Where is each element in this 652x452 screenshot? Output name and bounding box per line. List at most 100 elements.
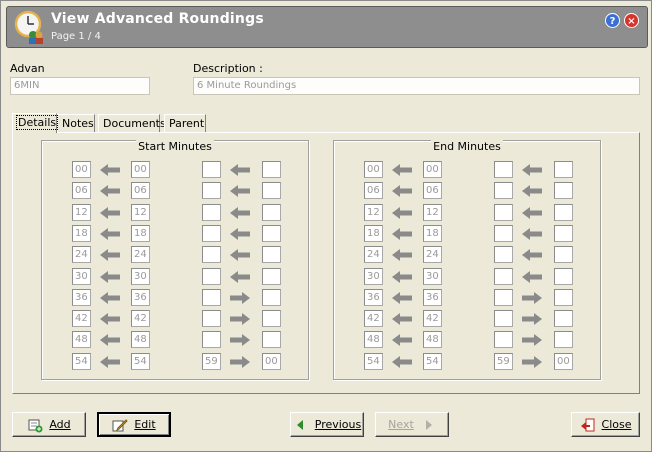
end-range-to-minute[interactable] xyxy=(554,246,573,264)
end-from-minute[interactable]: 30 xyxy=(364,267,383,285)
start-range-from-minute[interactable] xyxy=(202,182,221,200)
start-from-minute[interactable]: 48 xyxy=(72,331,91,349)
start-range-from-minute[interactable] xyxy=(202,161,221,178)
end-from-minute[interactable]: 18 xyxy=(364,224,383,242)
add-button[interactable]: Add xyxy=(12,412,86,437)
end-to-minute[interactable]: 54 xyxy=(423,352,442,370)
start-range-to-minute[interactable] xyxy=(262,203,281,221)
tab-details[interactable]: Details xyxy=(12,113,59,133)
start-from-minute[interactable]: 18 xyxy=(72,224,91,242)
end-from-minute[interactable]: 42 xyxy=(364,310,383,328)
start-range-to-minute[interactable] xyxy=(262,224,281,242)
start-range-to-minute[interactable] xyxy=(262,267,281,285)
end-to-minute[interactable]: 12 xyxy=(423,203,442,221)
close-icon[interactable]: × xyxy=(624,13,639,28)
end-range-to-minute[interactable]: 00 xyxy=(554,352,573,370)
start-to-minute[interactable]: 18 xyxy=(131,224,150,242)
start-to-minute[interactable]: 00 xyxy=(131,161,150,178)
end-to-minute[interactable]: 18 xyxy=(423,224,442,242)
start-from-minute[interactable]: 30 xyxy=(72,267,91,285)
end-range-to-minute[interactable] xyxy=(554,331,573,349)
edit-button[interactable]: Edit xyxy=(97,412,171,437)
end-range-from-minute[interactable] xyxy=(494,246,513,264)
end-round-left-arrow-icon xyxy=(391,313,413,326)
help-icon[interactable]: ? xyxy=(605,13,620,28)
start-to-minute[interactable]: 24 xyxy=(131,246,150,264)
end-range-to-minute[interactable] xyxy=(554,288,573,306)
end-range-to-minute[interactable] xyxy=(554,224,573,242)
start-round-right-arrow-icon xyxy=(229,291,251,304)
start-from-minute[interactable]: 00 xyxy=(72,161,91,178)
end-to-minute[interactable]: 00 xyxy=(423,161,442,178)
end-to-minute[interactable]: 06 xyxy=(423,182,442,200)
start-range-to-minute[interactable] xyxy=(262,246,281,264)
end-range-to-minute[interactable] xyxy=(554,267,573,285)
start-from-minute[interactable]: 24 xyxy=(72,246,91,264)
previous-button[interactable]: Previous xyxy=(290,412,364,437)
start-range-to-minute[interactable] xyxy=(262,310,281,328)
end-to-minute[interactable]: 36 xyxy=(423,288,442,306)
end-from-minute[interactable]: 12 xyxy=(364,203,383,221)
start-round-left-arrow-icon xyxy=(99,334,121,347)
end-from-minute[interactable]: 24 xyxy=(364,246,383,264)
start-from-minute[interactable]: 54 xyxy=(72,352,91,370)
end-from-minute[interactable]: 06 xyxy=(364,182,383,200)
start-range-from-minute[interactable] xyxy=(202,288,221,306)
end-range-to-minute[interactable] xyxy=(554,310,573,328)
end-range-to-minute[interactable] xyxy=(554,203,573,221)
start-from-minute[interactable]: 36 xyxy=(72,288,91,306)
end-range-from-minute[interactable] xyxy=(494,288,513,306)
end-range-from-minute[interactable] xyxy=(494,224,513,242)
start-to-minute[interactable]: 12 xyxy=(131,203,150,221)
start-to-minute[interactable]: 06 xyxy=(131,182,150,200)
window-title: View Advanced Roundings xyxy=(51,11,264,27)
start-range-to-minute[interactable] xyxy=(262,331,281,349)
end-range-from-minute[interactable]: 59 xyxy=(494,352,513,370)
end-from-minute[interactable]: 36 xyxy=(364,288,383,306)
end-range-to-minute[interactable] xyxy=(554,182,573,200)
start-range-to-minute[interactable]: 00 xyxy=(262,352,281,370)
start-to-minute[interactable]: 30 xyxy=(131,267,150,285)
previous-button-label: Previous xyxy=(314,418,362,431)
end-to-minute[interactable]: 24 xyxy=(423,246,442,264)
code-field[interactable]: 6MIN xyxy=(10,77,150,95)
start-round-right-arrow-icon xyxy=(229,355,251,368)
start-to-minute[interactable]: 42 xyxy=(131,310,150,328)
end-range-from-minute[interactable] xyxy=(494,310,513,328)
next-button[interactable]: Next xyxy=(375,412,449,437)
start-range-from-minute[interactable] xyxy=(202,246,221,264)
start-range-from-minute[interactable] xyxy=(202,310,221,328)
end-range-to-minute[interactable] xyxy=(554,161,573,178)
start-range-to-minute[interactable] xyxy=(262,182,281,200)
end-range-from-minute[interactable] xyxy=(494,203,513,221)
end-to-minute[interactable]: 30 xyxy=(423,267,442,285)
start-range-to-minute[interactable] xyxy=(262,288,281,306)
tab-parent[interactable]: Parent xyxy=(164,114,206,132)
tab-documents[interactable]: Documents xyxy=(98,114,166,132)
end-from-minute[interactable]: 54 xyxy=(364,352,383,370)
end-range-from-minute[interactable] xyxy=(494,182,513,200)
end-range-from-minute[interactable] xyxy=(494,267,513,285)
close-button[interactable]: Close xyxy=(571,412,640,437)
start-range-from-minute[interactable] xyxy=(202,203,221,221)
end-to-minute[interactable]: 42 xyxy=(423,310,442,328)
end-range-from-minute[interactable] xyxy=(494,161,513,178)
end-to-minute[interactable]: 48 xyxy=(423,331,442,349)
end-from-minute[interactable]: 48 xyxy=(364,331,383,349)
tab-notes[interactable]: Notes xyxy=(57,114,95,132)
start-range-from-minute[interactable]: 59 xyxy=(202,352,221,370)
start-to-minute[interactable]: 36 xyxy=(131,288,150,306)
start-range-from-minute[interactable] xyxy=(202,331,221,349)
start-from-minute[interactable]: 42 xyxy=(72,310,91,328)
start-range-to-minute[interactable] xyxy=(262,161,281,178)
description-field[interactable]: 6 Minute Roundings xyxy=(193,77,640,95)
start-range-from-minute[interactable] xyxy=(202,224,221,242)
start-from-minute[interactable]: 12 xyxy=(72,203,91,221)
end-from-minute[interactable]: 00 xyxy=(364,161,383,178)
start-to-minute[interactable]: 54 xyxy=(131,352,150,370)
start-range-from-minute[interactable] xyxy=(202,267,221,285)
start-from-minute[interactable]: 06 xyxy=(72,182,91,200)
start-to-minute[interactable]: 48 xyxy=(131,331,150,349)
end-range-from-minute[interactable] xyxy=(494,331,513,349)
start-round-left-arrow-icon xyxy=(99,164,121,176)
